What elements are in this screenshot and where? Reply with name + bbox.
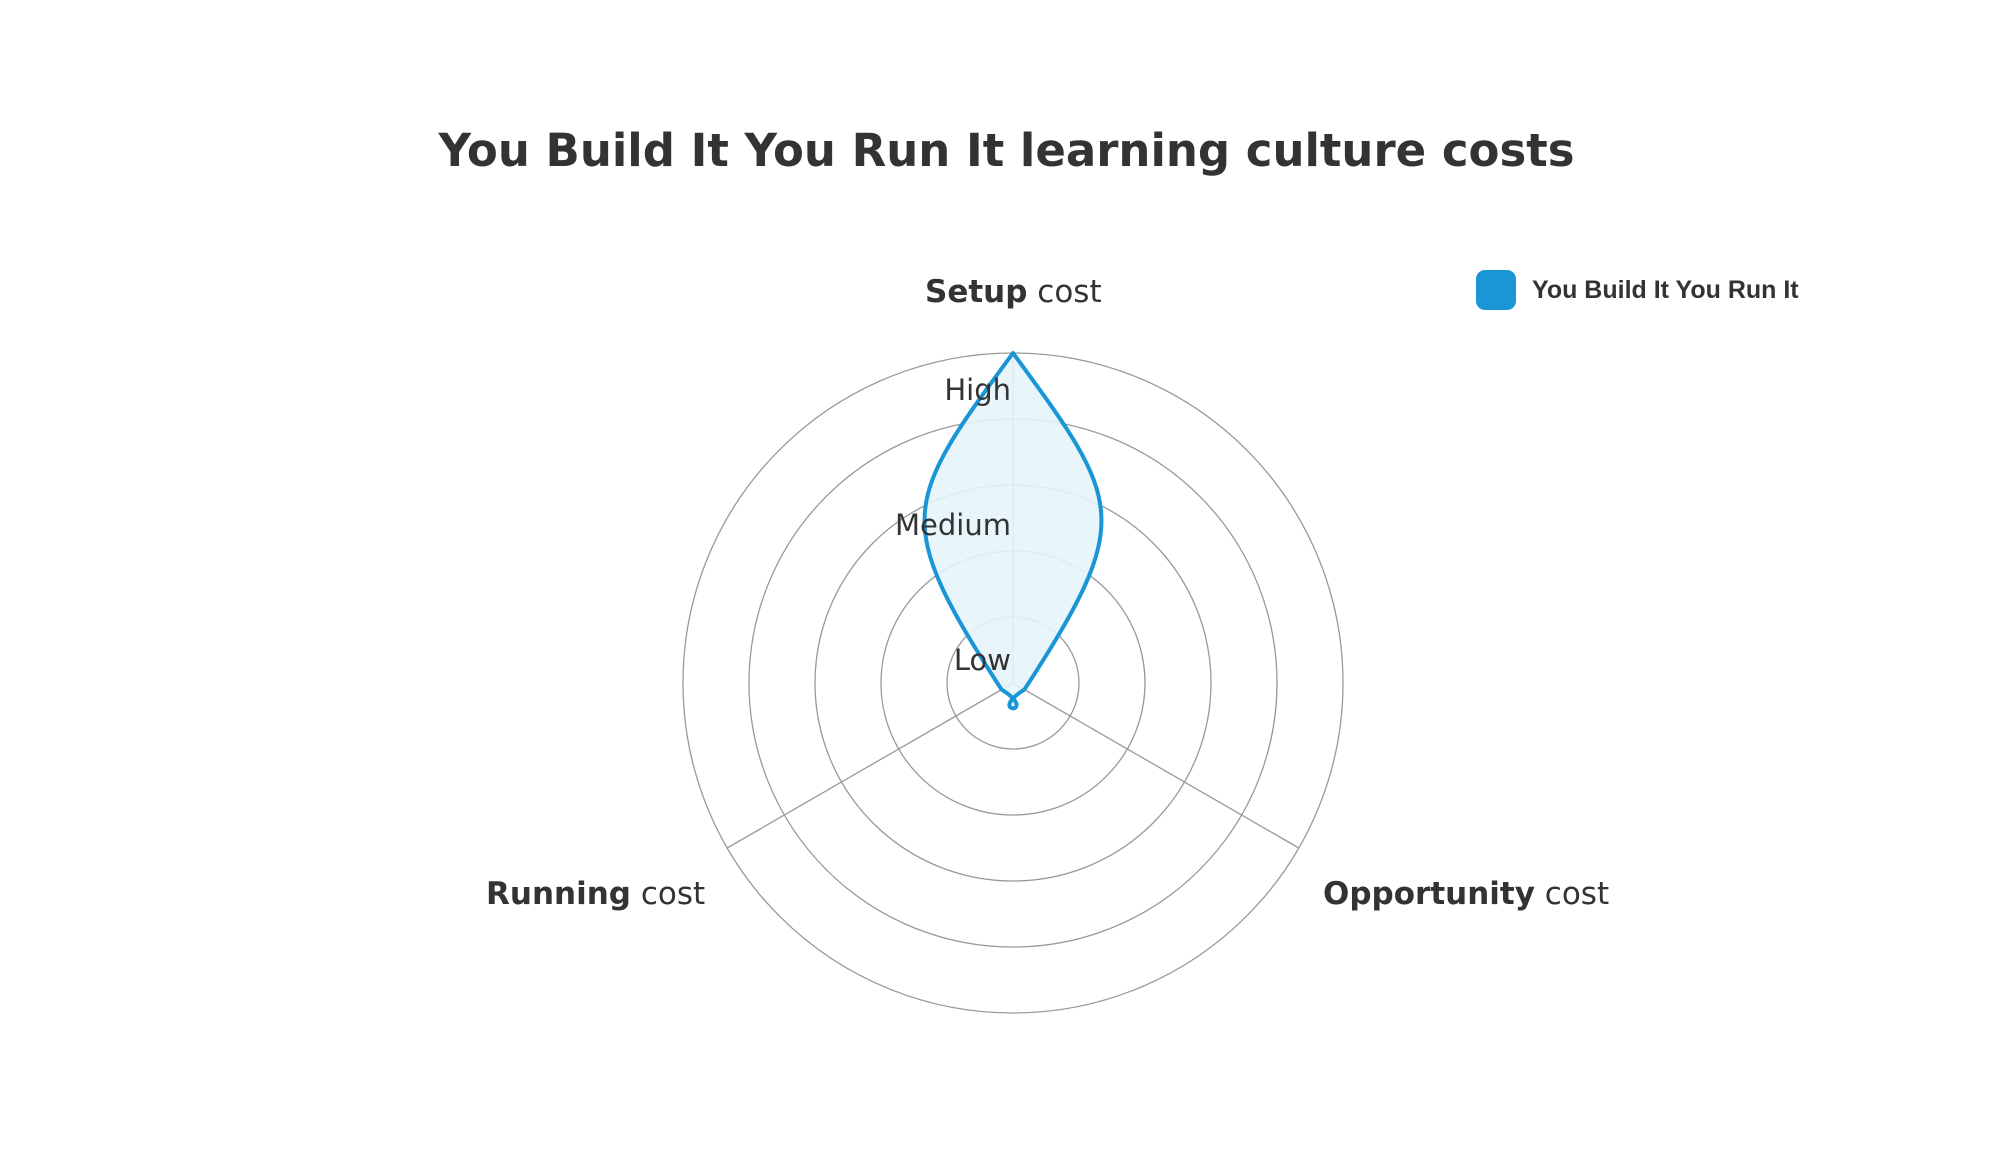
- axis-label-setup-rest: cost: [1027, 274, 1102, 310]
- axis-label-opportunity-bold: Opportunity: [1323, 876, 1535, 912]
- grid-spoke: [1012, 682, 1300, 849]
- axis-label-running-bold: Running: [486, 876, 631, 912]
- axis-label-setup-bold: Setup: [925, 274, 1028, 310]
- axis-label-opportunity-rest: cost: [1534, 876, 1610, 912]
- axis-label-setup: Setup cost: [925, 274, 1102, 310]
- axis-label-running: Running cost: [486, 876, 705, 912]
- legend[interactable]: You Build It You Run It: [1476, 270, 1799, 310]
- legend-label: You Build It You Run It: [1532, 275, 1799, 304]
- tick-label-low: Low: [953, 643, 1011, 677]
- radar-chart: [682, 351, 1344, 1014]
- axis-label-running-rest: cost: [630, 876, 706, 912]
- grid-spoke: [726, 682, 1014, 849]
- legend-swatch: [1476, 270, 1516, 310]
- axis-label-opportunity: Opportunity cost: [1323, 876, 1609, 912]
- tick-label-high: High: [944, 373, 1011, 407]
- tick-label-medium: Medium: [895, 508, 1011, 542]
